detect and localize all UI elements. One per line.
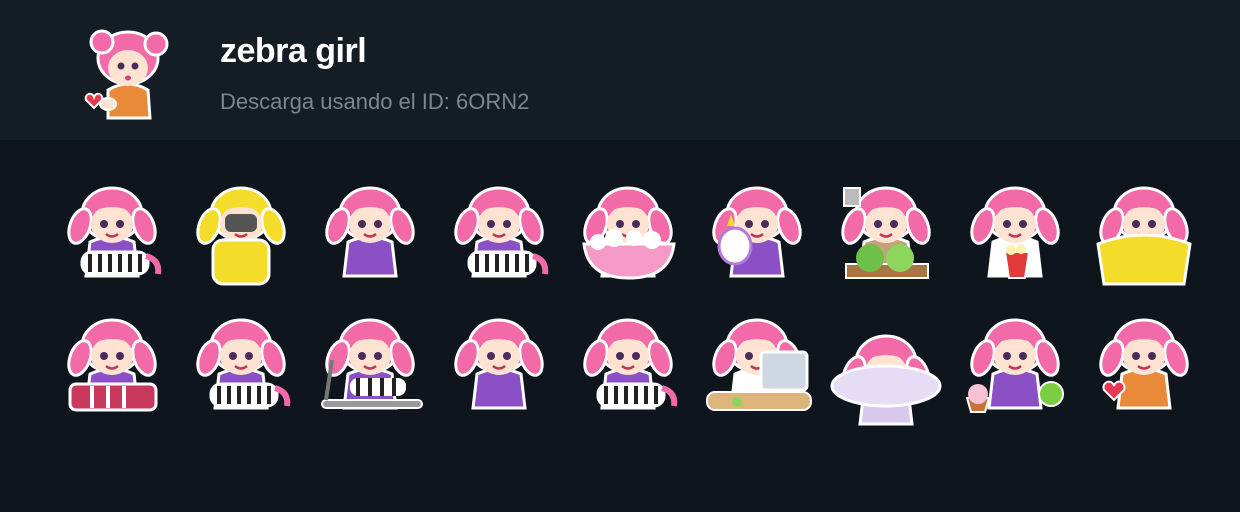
unicorn-hug-girl-sticker-icon[interactable]: [693, 170, 821, 298]
pack-header: zebra girl Descarga usando el ID: 6ORN2: [0, 0, 1240, 140]
nervous-girl-sticker-icon[interactable]: [435, 302, 563, 430]
sticker-illustration: [965, 318, 1064, 413]
sticker-grid: [48, 170, 1208, 434]
sticker-illustration: [841, 186, 931, 279]
sticker-illustration: [325, 186, 415, 278]
laughing-zebra-girl-sticker-icon[interactable]: [435, 170, 563, 298]
sticker-illustration: [454, 186, 549, 278]
crying-popcorn-girl-sticker-icon[interactable]: [951, 170, 1079, 298]
sticker-illustration: [1099, 318, 1189, 410]
suitcase-zebra-girl-sticker-icon[interactable]: [48, 302, 176, 430]
treadmill-zebra-girl-sticker-icon[interactable]: [306, 302, 434, 430]
sticker-illustration: [67, 186, 162, 278]
sticker-illustration: [583, 318, 678, 410]
sticker-illustration: [582, 186, 676, 280]
sticker-illustration: [830, 334, 942, 426]
computer-desk-girl-sticker-icon[interactable]: [693, 302, 821, 430]
sticker-illustration: [1096, 186, 1192, 286]
blowing-heart-girl-sticker-icon[interactable]: [1080, 302, 1208, 430]
heart-eyes-zebra-girl-sticker-icon[interactable]: [177, 302, 305, 430]
sticker-illustration: [970, 186, 1060, 279]
cupcake-apple-girl-sticker-icon[interactable]: [951, 302, 1079, 430]
sticker-illustration: [196, 318, 291, 410]
sticker-illustration: [706, 318, 812, 411]
sticker-illustration: [196, 186, 286, 286]
sleeping-girl-sticker-icon[interactable]: [822, 302, 950, 430]
hazmat-suit-girl-sticker-icon[interactable]: [177, 170, 305, 298]
pack-title: zebra girl: [220, 32, 367, 70]
sticker-illustration: [67, 318, 158, 412]
grumpy-zebra-girl-sticker-icon[interactable]: [564, 302, 692, 430]
winking-girl-sticker-icon[interactable]: [306, 170, 434, 298]
shocked-yellow-hoodie-girl-sticker-icon[interactable]: [1080, 170, 1208, 298]
zebra-girl-heart-sticker-icon[interactable]: [78, 18, 182, 122]
sticker-illustration: [321, 318, 423, 410]
cleaver-cabbage-girl-sticker-icon[interactable]: [822, 170, 950, 298]
pack-download-id: Descarga usando el ID: 6ORN2: [220, 89, 530, 114]
sticker-illustration: [712, 186, 802, 278]
zebra-girl-blushing-sticker-icon[interactable]: [48, 170, 176, 298]
sticker-illustration: [454, 318, 544, 410]
bathtub-girl-sticker-icon[interactable]: [564, 170, 692, 298]
